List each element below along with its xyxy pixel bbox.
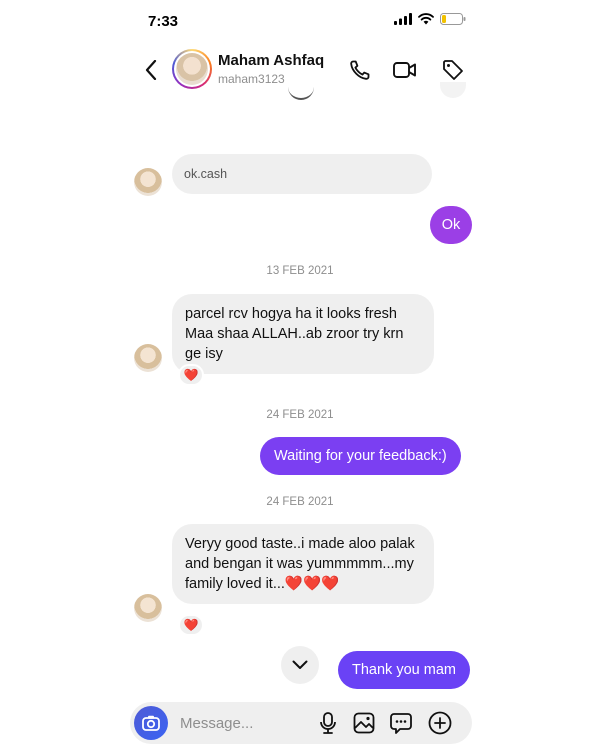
gallery-button[interactable] [352, 711, 376, 735]
contact-avatar[interactable] [172, 49, 212, 89]
clipped-message-edge [288, 86, 314, 100]
date-separator: 24 FEB 2021 [266, 496, 334, 508]
sender-avatar[interactable] [134, 168, 162, 196]
signal-icon [394, 13, 412, 25]
phone-icon [350, 60, 370, 80]
back-button[interactable] [140, 56, 162, 84]
reaction-badge[interactable]: ❤️ [178, 614, 204, 636]
date-separator: 13 FEB 2021 [266, 265, 334, 277]
sticker-icon [390, 713, 412, 734]
tag-icon [443, 60, 463, 80]
message-text: Thank you mam [352, 662, 456, 678]
message-outgoing[interactable]: Ok [430, 206, 472, 244]
video-call-button[interactable] [392, 57, 418, 83]
message-incoming[interactable]: ok.cash [172, 154, 432, 194]
message-incoming[interactable]: Veryy good taste..i made aloo palak and … [172, 524, 434, 604]
message-text: ok.cash [184, 167, 228, 181]
message-text: parcel rcv hogya ha it looks fresh Maa s… [185, 306, 404, 362]
status-time: 7:33 [148, 13, 179, 30]
plus-icon [428, 711, 452, 735]
sender-avatar[interactable] [134, 594, 162, 622]
call-button[interactable] [347, 57, 373, 83]
message-outgoing[interactable]: Waiting for your feedback:) [260, 437, 461, 475]
mic-icon [320, 712, 336, 734]
message-text: Ok [441, 217, 461, 233]
contact-name[interactable]: Maham Ashfaq [218, 52, 324, 69]
message-input[interactable] [180, 712, 300, 734]
chevron-down-icon [292, 660, 308, 669]
more-options-button[interactable] [428, 711, 452, 735]
message-outgoing[interactable]: Thank you mam [338, 651, 470, 689]
message-text: Waiting for your feedback:) [274, 448, 447, 464]
phone-screen: 7:33 Maham Ashfaq maham3123 ok.cash Ok 1… [120, 0, 480, 750]
message-composer [130, 702, 472, 744]
gallery-icon [353, 712, 375, 734]
sender-avatar[interactable] [134, 344, 162, 372]
voice-message-button[interactable] [316, 711, 340, 735]
video-icon [393, 62, 416, 78]
date-separator: 24 FEB 2021 [266, 409, 334, 421]
reaction-badge[interactable]: ❤️ [178, 364, 204, 386]
sticker-button[interactable] [389, 711, 413, 735]
message-text: Veryy good taste..i made aloo palak and … [185, 536, 415, 592]
tag-button[interactable] [440, 57, 466, 83]
camera-icon [142, 715, 160, 731]
heart-reaction-icon: ❤️ [183, 368, 199, 382]
battery-icon [440, 13, 466, 25]
wifi-icon [418, 13, 434, 25]
contact-username: maham3123 [218, 72, 285, 86]
scroll-to-bottom-button[interactable] [281, 646, 319, 684]
back-icon [145, 60, 157, 80]
heart-reaction-icon: ❤️ [183, 618, 199, 632]
status-bar: 7:33 [120, 0, 480, 44]
message-incoming[interactable]: parcel rcv hogya ha it looks fresh Maa s… [172, 294, 434, 374]
status-icons [394, 13, 466, 25]
camera-button[interactable] [134, 706, 168, 740]
